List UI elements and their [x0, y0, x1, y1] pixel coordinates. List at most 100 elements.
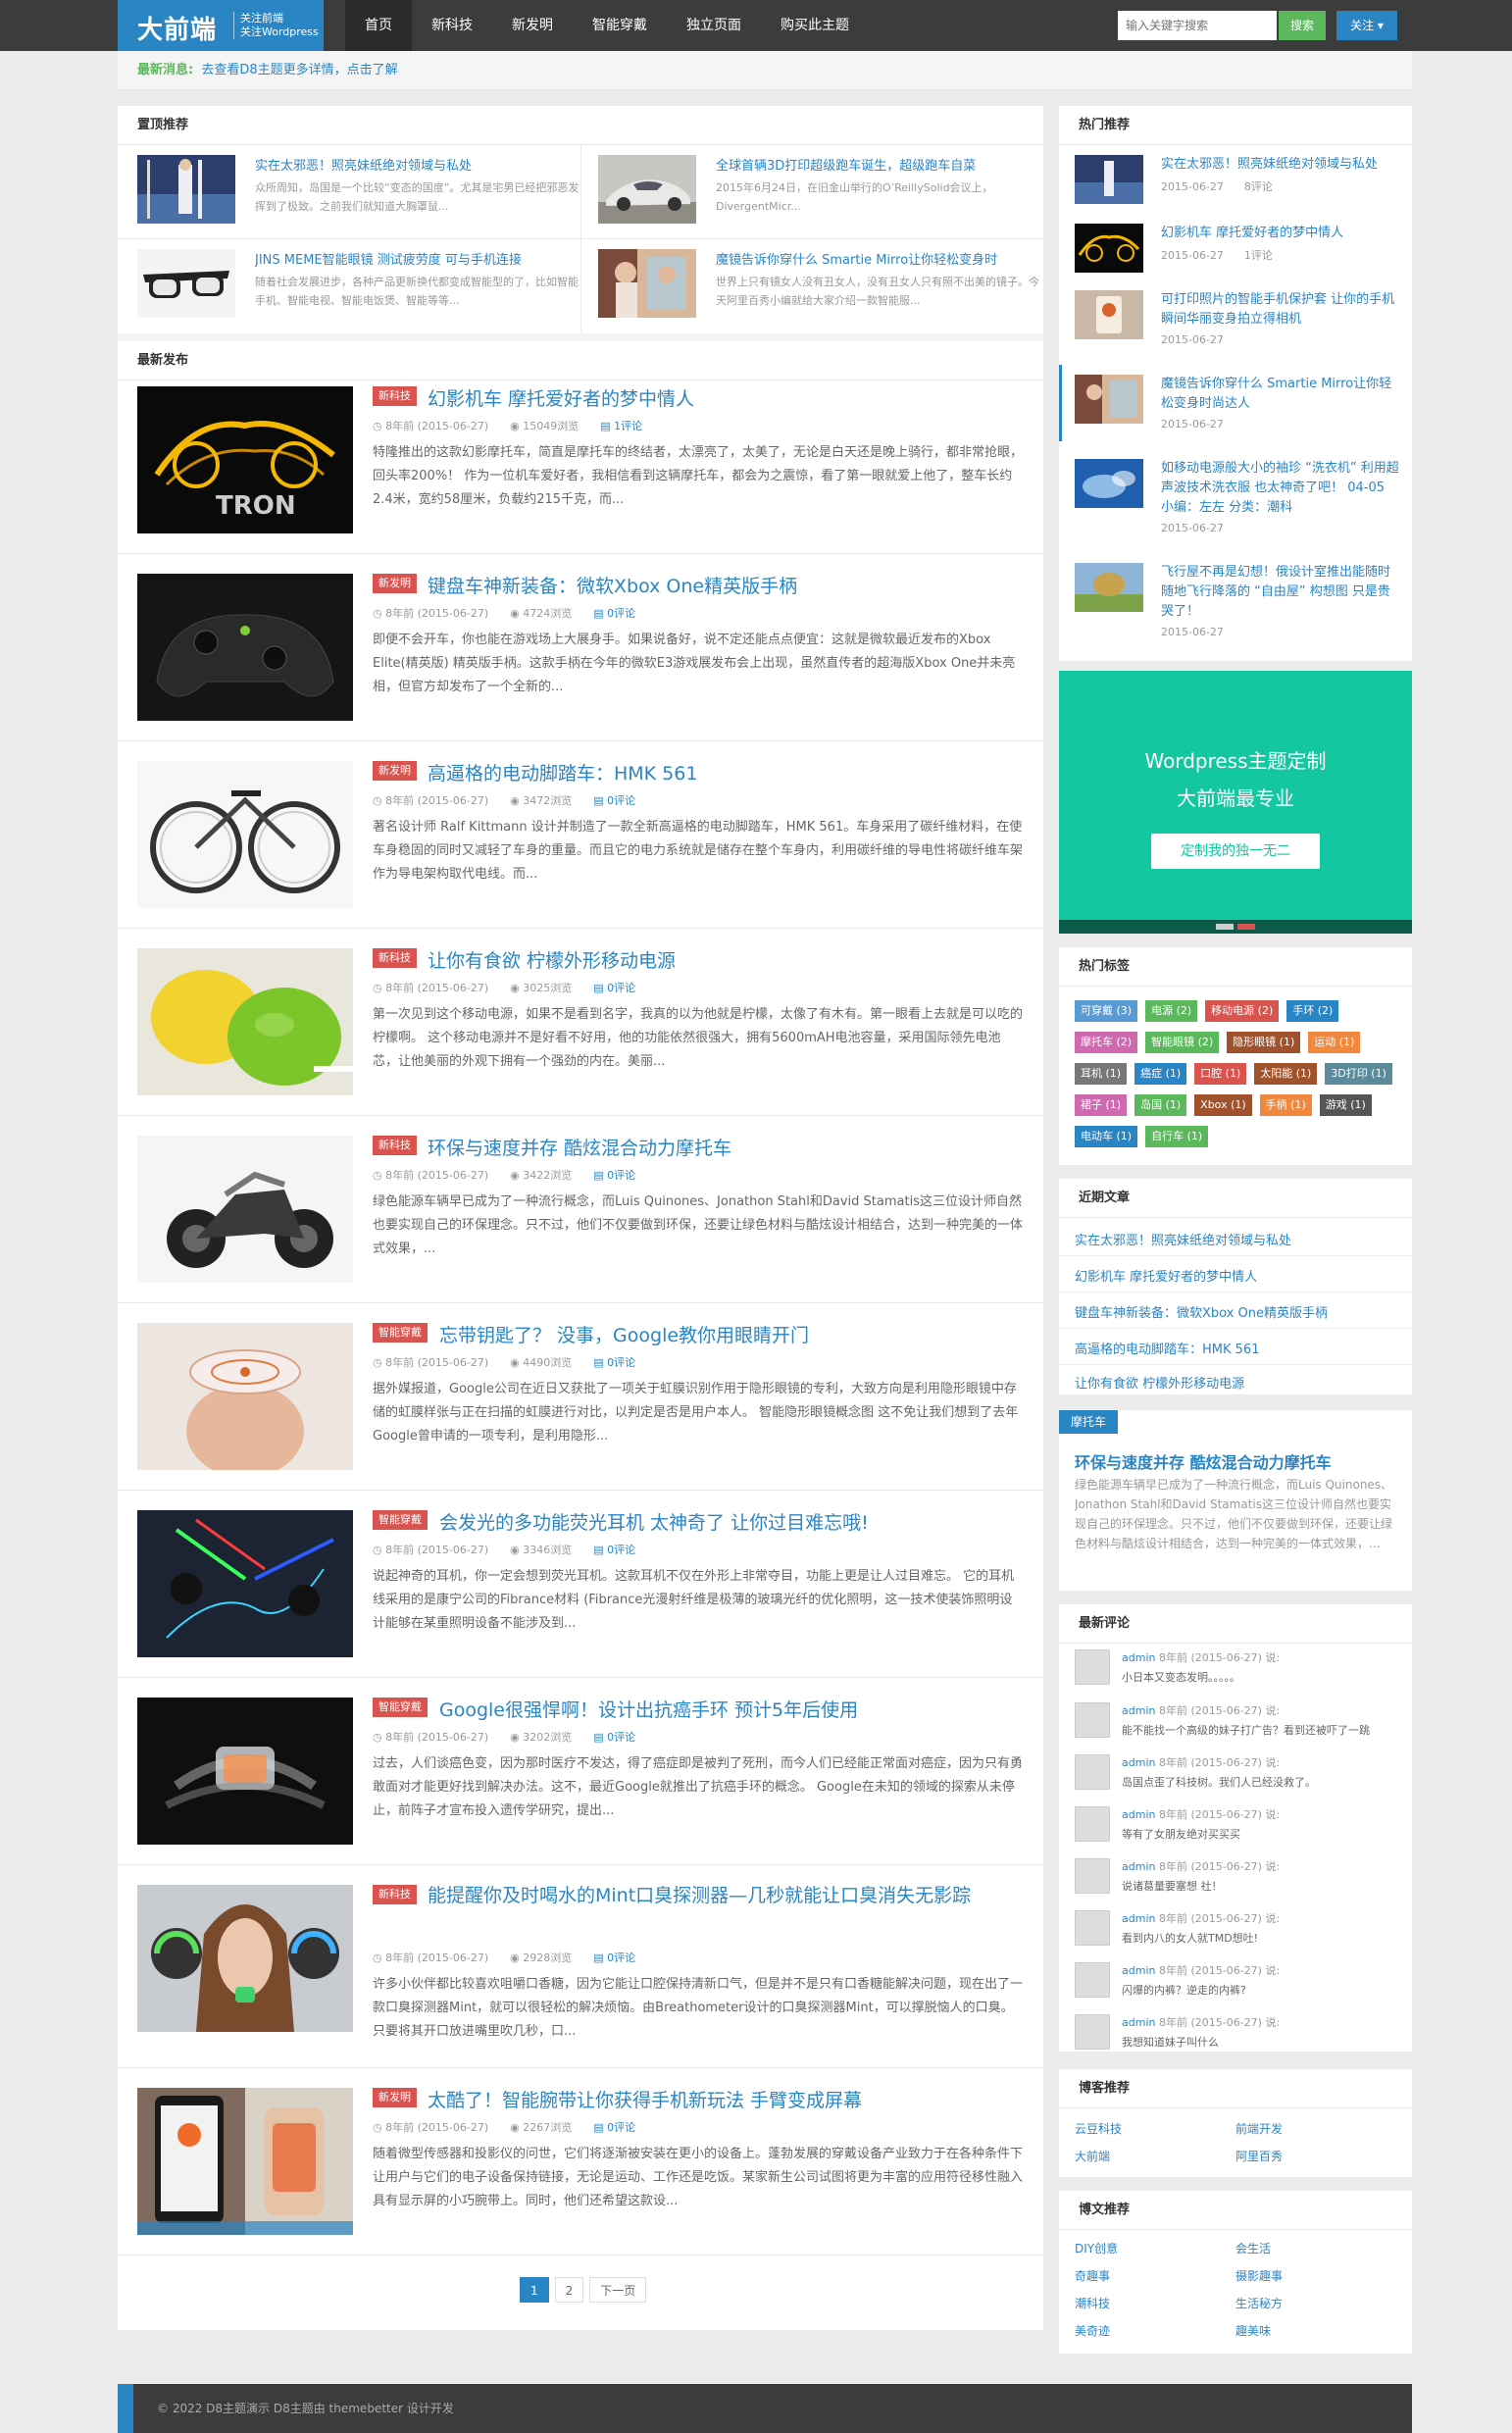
featured-category[interactable]: 摩托车: [1059, 1410, 1119, 1434]
blog-post-link[interactable]: 摄影趣事: [1235, 2267, 1283, 2284]
sticky-title[interactable]: 实在太邪恶！照亮妹纸绝对领域与私处: [255, 155, 583, 174]
recent-post-link[interactable]: 让你有食欲 柠檬外形移动电源: [1075, 1373, 1244, 1392]
comment-icon[interactable]: ▤ 0评论: [593, 1729, 635, 1745]
nav-standalone-page[interactable]: 独立页面: [667, 0, 761, 51]
blog-link[interactable]: 前端开发: [1235, 2120, 1283, 2137]
post-item[interactable]: 新发明 键盘车神新装备：微软Xbox One精英版手柄 ◷ 8年前 (2015-…: [137, 574, 1024, 721]
tag-link[interactable]: 自行车 (1): [1145, 1126, 1209, 1147]
post-item[interactable]: TRON 新科技 幻影机车 摩托爱好者的梦中情人 ◷ 8年前 (2015-06-…: [137, 386, 1024, 533]
tag-link[interactable]: 可穿戴 (3): [1075, 1000, 1138, 1022]
next-page-button[interactable]: 下一页: [589, 2277, 647, 2303]
category-badge[interactable]: 新发明: [373, 761, 417, 781]
post-title[interactable]: Google很强悍啊！设计出抗癌手环 预计5年后使用: [439, 1696, 858, 1722]
category-badge[interactable]: 新科技: [373, 1885, 417, 1904]
comment-icon[interactable]: ▤ 0评论: [593, 1950, 635, 1965]
site-logo[interactable]: 大前端 关注前端 关注Wordpress: [118, 0, 324, 51]
tag-link[interactable]: 太阳能 (1): [1254, 1063, 1318, 1085]
comment-icon[interactable]: ▤ 0评论: [593, 1167, 635, 1183]
blog-post-link[interactable]: 潮科技: [1075, 2295, 1110, 2311]
post-thumbnail[interactable]: [137, 1510, 353, 1657]
slide-dot-active[interactable]: [1237, 924, 1255, 930]
ad-cta-button[interactable]: 定制我的独一无二: [1151, 834, 1320, 869]
blog-link[interactable]: 大前端: [1075, 2148, 1110, 2164]
comment-item[interactable]: admin 8年前 (2015-06-27) 说: 岛国点歪了科技树。我们人已经没…: [1075, 1754, 1408, 1798]
post-thumbnail[interactable]: [137, 1323, 353, 1470]
post-thumbnail[interactable]: [137, 2088, 353, 2235]
category-badge[interactable]: 新发明: [373, 2088, 417, 2107]
category-badge[interactable]: 新发明: [373, 574, 417, 593]
tag-link[interactable]: 手柄 (1): [1259, 1094, 1312, 1116]
tag-link[interactable]: 口腔 (1): [1194, 1063, 1247, 1085]
recent-post-link[interactable]: 高逼格的电动脚踏车：HMK 561: [1075, 1339, 1259, 1357]
post-thumbnail[interactable]: [137, 1885, 353, 2032]
post-item[interactable]: 智能穿戴 Google很强悍啊！设计出抗癌手环 预计5年后使用 ◷ 8年前 (2…: [137, 1698, 1024, 1845]
blog-post-link[interactable]: 美奇迹: [1075, 2322, 1110, 2339]
hot-item[interactable]: 魔镜告诉你穿什么 Smartie Mirro让你轻松变身时尚达人 2015-06…: [1059, 375, 1412, 463]
post-thumbnail[interactable]: TRON: [137, 386, 353, 533]
blog-post-link[interactable]: 奇趣事: [1075, 2267, 1110, 2284]
post-title[interactable]: 键盘车神新装备：微软Xbox One精英版手柄: [428, 572, 797, 598]
post-title[interactable]: 让你有食欲 柠檬外形移动电源: [428, 946, 676, 973]
category-badge[interactable]: 智能穿戴: [373, 1698, 428, 1717]
category-badge[interactable]: 智能穿戴: [373, 1323, 428, 1343]
comment-item[interactable]: admin 8年前 (2015-06-27) 说: 我想知道妹子叫什么: [1075, 2014, 1408, 2057]
post-title[interactable]: 忘带钥匙了？ 没事，Google教你用眼睛开门: [439, 1321, 809, 1347]
hot-item[interactable]: 飞行屋不再是幻想！俄设计室推出能随时随地飞行降落的 “自由屋” 构想图 只是贵哭…: [1059, 563, 1412, 651]
comment-item[interactable]: admin 8年前 (2015-06-27) 说: 等有了女朋友绝对买买买: [1075, 1806, 1408, 1850]
hot-title[interactable]: 实在太邪恶！照亮妹纸绝对领域与私处: [1161, 155, 1401, 175]
comment-icon[interactable]: ▤ 0评论: [593, 1354, 635, 1370]
category-badge[interactable]: 新科技: [373, 1136, 417, 1155]
post-item[interactable]: 新科技 环保与速度并存 酷炫混合动力摩托车 ◷ 8年前 (2015-06-27)…: [137, 1136, 1024, 1283]
recent-post-link[interactable]: 键盘车神新装备：微软Xbox One精英版手柄: [1075, 1302, 1328, 1321]
tag-link[interactable]: 裙子 (1): [1075, 1094, 1128, 1116]
page-2-button[interactable]: 2: [554, 2277, 584, 2303]
custom-theme-ad[interactable]: Wordpress主题定制 大前端最专业 定制我的独一无二: [1059, 671, 1412, 934]
hot-item[interactable]: 可打印照片的智能手机保护套 让你的手机瞬间华丽变身拍立得相机 2015-06-2…: [1059, 290, 1412, 379]
blog-post-link[interactable]: DIY创意: [1075, 2240, 1118, 2256]
comment-icon[interactable]: ▤ 0评论: [593, 605, 635, 621]
post-thumbnail[interactable]: [137, 1698, 353, 1845]
sticky-title[interactable]: 全球首辆3D打印超级跑车诞生，超级跑车自菜: [716, 155, 1044, 174]
hot-title[interactable]: 可打印照片的智能手机保护套 让你的手机瞬间华丽变身拍立得相机: [1161, 290, 1401, 329]
sticky-item[interactable]: 实在太邪恶！照亮妹纸绝对领域与私处 众所周知，岛国是一个比较“变态的国度”。尤其…: [137, 155, 583, 235]
tag-link[interactable]: 耳机 (1): [1075, 1063, 1128, 1085]
comment-icon[interactable]: ▤ 1评论: [600, 418, 642, 433]
comment-item[interactable]: admin 8年前 (2015-06-27) 说: 说诸葛量要塞想 社！: [1075, 1858, 1408, 1901]
sticky-item[interactable]: 魔镜告诉你穿什么 Smartie Mirro让你轻松变身时 世界上只有镜女人没有…: [598, 249, 1044, 329]
nav-new-invention[interactable]: 新发明: [492, 0, 573, 51]
blog-post-link[interactable]: 趣美味: [1235, 2322, 1271, 2339]
tag-link[interactable]: 智能眼镜 (2): [1145, 1032, 1220, 1053]
comment-item[interactable]: admin 8年前 (2015-06-27) 说: 小日本又变态发明。。。。。: [1075, 1649, 1408, 1693]
comment-icon[interactable]: ▤ 0评论: [593, 980, 635, 995]
post-title[interactable]: 会发光的多功能荧光耳机 太神奇了 让你过目难忘哦!: [439, 1508, 869, 1535]
tag-link[interactable]: 电动车 (1): [1075, 1126, 1138, 1147]
nav-wearable[interactable]: 智能穿戴: [573, 0, 667, 51]
post-title[interactable]: 幻影机车 摩托爱好者的梦中情人: [428, 384, 694, 411]
sticky-item[interactable]: 全球首辆3D打印超级跑车诞生，超级跑车自菜 2015年6月24日，在旧金山举行的…: [598, 155, 1044, 235]
category-badge[interactable]: 智能穿戴: [373, 1510, 428, 1530]
post-item[interactable]: 智能穿戴 忘带钥匙了？ 没事，Google教你用眼睛开门 ◷ 8年前 (2015…: [137, 1323, 1024, 1470]
post-item[interactable]: 新发明 高逼格的电动脚踏车：HMK 561 ◷ 8年前 (2015-06-27)…: [137, 761, 1024, 908]
post-title[interactable]: 高逼格的电动脚踏车：HMK 561: [428, 759, 697, 786]
sticky-title[interactable]: 魔镜告诉你穿什么 Smartie Mirro让你轻松变身时: [716, 249, 1044, 268]
tag-link[interactable]: 电源 (2): [1145, 1000, 1198, 1022]
featured-title[interactable]: 环保与速度并存 酷炫混合动力摩托车: [1075, 1449, 1398, 1473]
post-title[interactable]: 太酷了！智能腕带让你获得手机新玩法 手臂变成屏幕: [428, 2086, 862, 2112]
follow-button[interactable]: 关注 ▾: [1336, 11, 1397, 40]
blog-post-link[interactable]: 会生活: [1235, 2240, 1271, 2256]
tag-link[interactable]: 隐形眼镜 (1): [1227, 1032, 1301, 1053]
nav-home[interactable]: 首页: [345, 0, 412, 51]
tag-link[interactable]: 岛国 (1): [1134, 1094, 1187, 1116]
post-thumbnail[interactable]: [137, 948, 353, 1095]
hot-item[interactable]: 如移动电源般大小的袖珍 “洗衣机” 利用超声波技术洗衣服 也太神奇了吧！ 04-…: [1059, 459, 1412, 547]
notice-link[interactable]: 去查看D8主题更多详情，点击了解: [201, 63, 397, 77]
blog-link[interactable]: 云豆科技: [1075, 2120, 1122, 2137]
post-title[interactable]: 环保与速度并存 酷炫混合动力摩托车: [428, 1134, 731, 1160]
post-item[interactable]: 新科技 让你有食欲 柠檬外形移动电源 ◷ 8年前 (2015-06-27) ◉ …: [137, 948, 1024, 1095]
tag-link[interactable]: 癌症 (1): [1134, 1063, 1187, 1085]
post-item[interactable]: 新发明 太酷了！智能腕带让你获得手机新玩法 手臂变成屏幕 ◷ 8年前 (2015…: [137, 2088, 1024, 2235]
post-title[interactable]: 能提醒你及时喝水的Mint口臭探测器—几秒就能让口臭消失无影踪: [428, 1883, 1028, 1908]
tag-link[interactable]: Xbox (1): [1194, 1094, 1252, 1116]
sticky-title[interactable]: JINS MEME智能眼镜 测试疲劳度 可与手机连接: [255, 249, 583, 268]
featured-post-widget[interactable]: 摩托车 环保与速度并存 酷炫混合动力摩托车 绿色能源车辆早已成为了一种流行概念，…: [1059, 1410, 1412, 1591]
